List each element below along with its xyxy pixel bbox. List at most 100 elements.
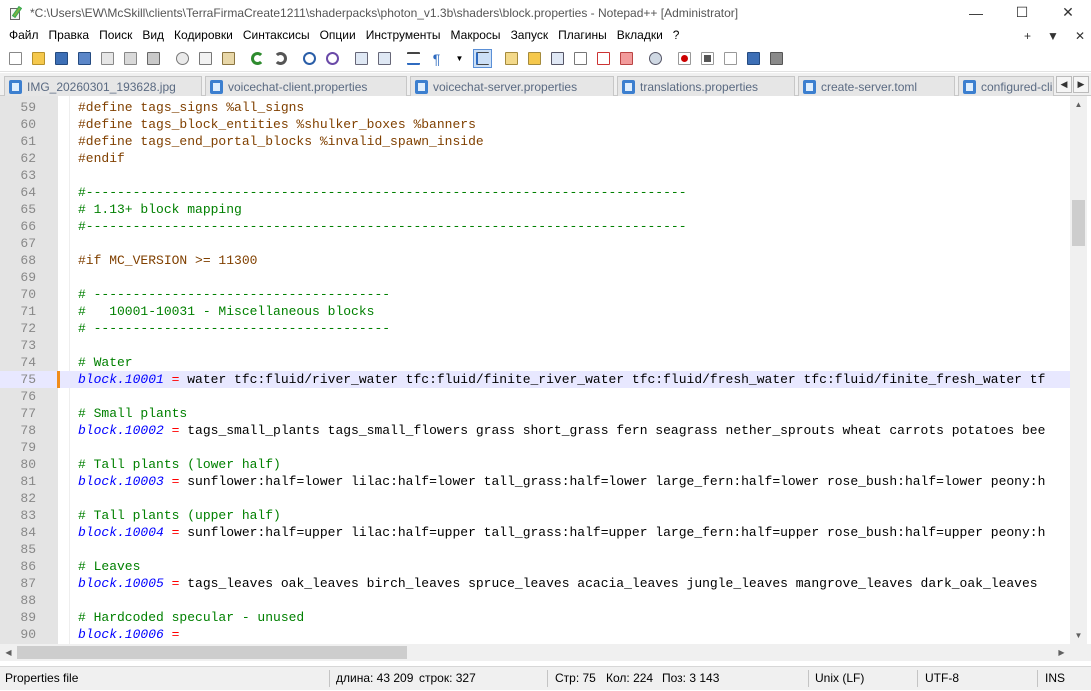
close-file-icon[interactable] bbox=[99, 50, 116, 67]
vertical-scrollbar[interactable]: ▲ ▼ bbox=[1070, 96, 1087, 644]
indent-guide-icon[interactable] bbox=[473, 49, 492, 68]
function-list-icon[interactable] bbox=[572, 50, 589, 67]
close-all-icon[interactable] bbox=[122, 50, 139, 67]
menu-settings[interactable]: Опции bbox=[315, 25, 361, 46]
code-line[interactable]: 85 bbox=[0, 541, 1070, 558]
tab-img[interactable]: IMG_20260301_193628.jpg bbox=[4, 76, 202, 96]
save-icon[interactable] bbox=[53, 50, 70, 67]
code-line[interactable]: 84 block.10004 = sunflower:half=upper lil… bbox=[0, 524, 1070, 541]
find-icon[interactable] bbox=[301, 50, 318, 67]
tab-voicechat-server[interactable]: voicechat-server.properties bbox=[410, 76, 614, 96]
code-line[interactable]: 68 #if MC_VERSION >= 11300 bbox=[0, 252, 1070, 269]
save-macro-icon[interactable] bbox=[768, 50, 785, 67]
folder-icon[interactable] bbox=[618, 50, 635, 67]
code-line[interactable]: 88 bbox=[0, 592, 1070, 609]
word-wrap-icon[interactable] bbox=[405, 50, 422, 67]
code-line[interactable]: 86 # Leaves bbox=[0, 558, 1070, 575]
play-macro-icon[interactable] bbox=[722, 50, 739, 67]
code-line[interactable]: 87 block.10005 = tags_leaves oak_leaves b… bbox=[0, 575, 1070, 592]
code-line[interactable]: 82 bbox=[0, 490, 1070, 507]
menu-plugins[interactable]: Плагины bbox=[553, 25, 612, 46]
code-line[interactable]: 63 bbox=[0, 167, 1070, 184]
scroll-right-button[interactable]: ▶ bbox=[1053, 644, 1070, 661]
new-file-icon[interactable] bbox=[7, 50, 24, 67]
horizontal-scroll-thumb[interactable] bbox=[17, 646, 407, 659]
menu-view[interactable]: Вид bbox=[137, 25, 169, 46]
close-button[interactable]: ✕ bbox=[1045, 0, 1091, 25]
maximize-button[interactable]: ☐ bbox=[999, 0, 1045, 25]
code-line[interactable]: 90 block.10006 = bbox=[0, 626, 1070, 643]
run-macro-multiple-icon[interactable] bbox=[745, 50, 762, 67]
tab-configured[interactable]: configured-cli bbox=[958, 76, 1054, 96]
code-line[interactable]: 79 bbox=[0, 439, 1070, 456]
minimize-button[interactable]: — bbox=[953, 0, 999, 25]
paste-icon[interactable] bbox=[220, 50, 237, 67]
code-line[interactable]: 65 # 1.13+ block mapping bbox=[0, 201, 1070, 218]
code-line[interactable]: 69 bbox=[0, 269, 1070, 286]
code-line[interactable]: 80 # Tall plants (lower half) bbox=[0, 456, 1070, 473]
menu-help[interactable]: ? bbox=[668, 25, 685, 46]
code-line[interactable]: 72 # ------------------------------------… bbox=[0, 320, 1070, 337]
code-line[interactable]: 76 bbox=[0, 388, 1070, 405]
tab-scroll-right-button[interactable]: ▶ bbox=[1073, 76, 1089, 93]
tab-create-server[interactable]: create-server.toml bbox=[798, 76, 955, 96]
menu-macro[interactable]: Макросы bbox=[446, 25, 506, 46]
redo-icon[interactable] bbox=[272, 50, 289, 67]
code-line[interactable]: 89 # Hardcoded specular - unused bbox=[0, 609, 1070, 626]
code-line[interactable]: 70 # ------------------------------------… bbox=[0, 286, 1070, 303]
code-line[interactable]: 71 # 10001-10031 - Miscellaneous blocks bbox=[0, 303, 1070, 320]
code-line[interactable]: 64 #-------------------------------------… bbox=[0, 184, 1070, 201]
show-all-chars-icon[interactable]: ¶ bbox=[428, 50, 445, 67]
menu-file[interactable]: Файл bbox=[4, 25, 44, 46]
scroll-left-button[interactable]: ◀ bbox=[0, 644, 17, 661]
monitor-icon[interactable] bbox=[647, 50, 664, 67]
doc-list-icon[interactable] bbox=[549, 50, 566, 67]
close-doc-button[interactable]: ✕ bbox=[1075, 29, 1085, 43]
menu-run[interactable]: Запуск bbox=[506, 25, 554, 46]
code-line[interactable]: 67 bbox=[0, 235, 1070, 252]
code-line[interactable]: 81 block.10003 = sunflower:half=lower lil… bbox=[0, 473, 1070, 490]
menu-search[interactable]: Поиск bbox=[94, 25, 137, 46]
user-lang-icon[interactable] bbox=[503, 50, 520, 67]
zoom-in-icon[interactable] bbox=[353, 50, 370, 67]
code-line[interactable]: 78 block.10002 = tags_small_plants tags_s… bbox=[0, 422, 1070, 439]
scroll-down-button[interactable]: ▼ bbox=[1070, 627, 1087, 644]
vertical-scroll-thumb[interactable] bbox=[1072, 200, 1085, 246]
stop-macro-icon[interactable] bbox=[699, 50, 716, 67]
code-line[interactable]: 74 # Water bbox=[0, 354, 1070, 371]
menu-tools[interactable]: Инструменты bbox=[361, 25, 446, 46]
menu-edit[interactable]: Правка bbox=[44, 25, 95, 46]
code-line[interactable]: 77 # Small plants bbox=[0, 405, 1070, 422]
current-code-line[interactable]: 75 block.10001 = water tfc:fluid/river_wa… bbox=[0, 371, 1070, 388]
print-icon[interactable] bbox=[145, 50, 162, 67]
undo-icon[interactable] bbox=[249, 50, 266, 67]
cut-icon[interactable] bbox=[174, 50, 191, 67]
code-line[interactable]: 62 #endif bbox=[0, 150, 1070, 167]
tab-list-button[interactable]: ▼ bbox=[1047, 29, 1059, 43]
open-file-icon[interactable] bbox=[30, 50, 47, 67]
scroll-up-button[interactable]: ▲ bbox=[1070, 96, 1087, 113]
code-line[interactable]: 73 bbox=[0, 337, 1070, 354]
doc-map-icon[interactable] bbox=[526, 50, 543, 67]
code-line[interactable]: 61 #define tags_end_portal_blocks %invali… bbox=[0, 133, 1070, 150]
code-line[interactable]: 59 #define tags_signs %all_signs bbox=[0, 99, 1070, 116]
menu-window[interactable]: Вкладки bbox=[612, 25, 668, 46]
new-tab-button[interactable]: + bbox=[1024, 29, 1031, 43]
menu-encoding[interactable]: Кодировки bbox=[169, 25, 238, 46]
tab-scroll-left-button[interactable]: ◀ bbox=[1056, 76, 1072, 93]
code-line[interactable]: 60 #define tags_block_entities %shulker_b… bbox=[0, 116, 1070, 133]
copy-icon[interactable] bbox=[197, 50, 214, 67]
zoom-out-icon[interactable] bbox=[376, 50, 393, 67]
folder-workspace-icon[interactable] bbox=[595, 50, 612, 67]
save-all-icon[interactable] bbox=[76, 50, 93, 67]
horizontal-scrollbar[interactable]: ◀ ▶ bbox=[0, 644, 1070, 661]
tab-voicechat-client[interactable]: voicechat-client.properties bbox=[205, 76, 407, 96]
replace-icon[interactable] bbox=[324, 50, 341, 67]
code-line[interactable]: 66 #-------------------------------------… bbox=[0, 218, 1070, 235]
record-macro-icon[interactable] bbox=[676, 50, 693, 67]
dropdown-arrow-icon[interactable]: ▼ bbox=[451, 50, 468, 67]
menu-language[interactable]: Синтаксисы bbox=[238, 25, 315, 46]
code-line[interactable]: 83 # Tall plants (upper half) bbox=[0, 507, 1070, 524]
editor-area[interactable]: 59 #define tags_signs %all_signs 60 #define… bbox=[0, 96, 1091, 644]
tab-translations[interactable]: translations.properties bbox=[617, 76, 795, 96]
